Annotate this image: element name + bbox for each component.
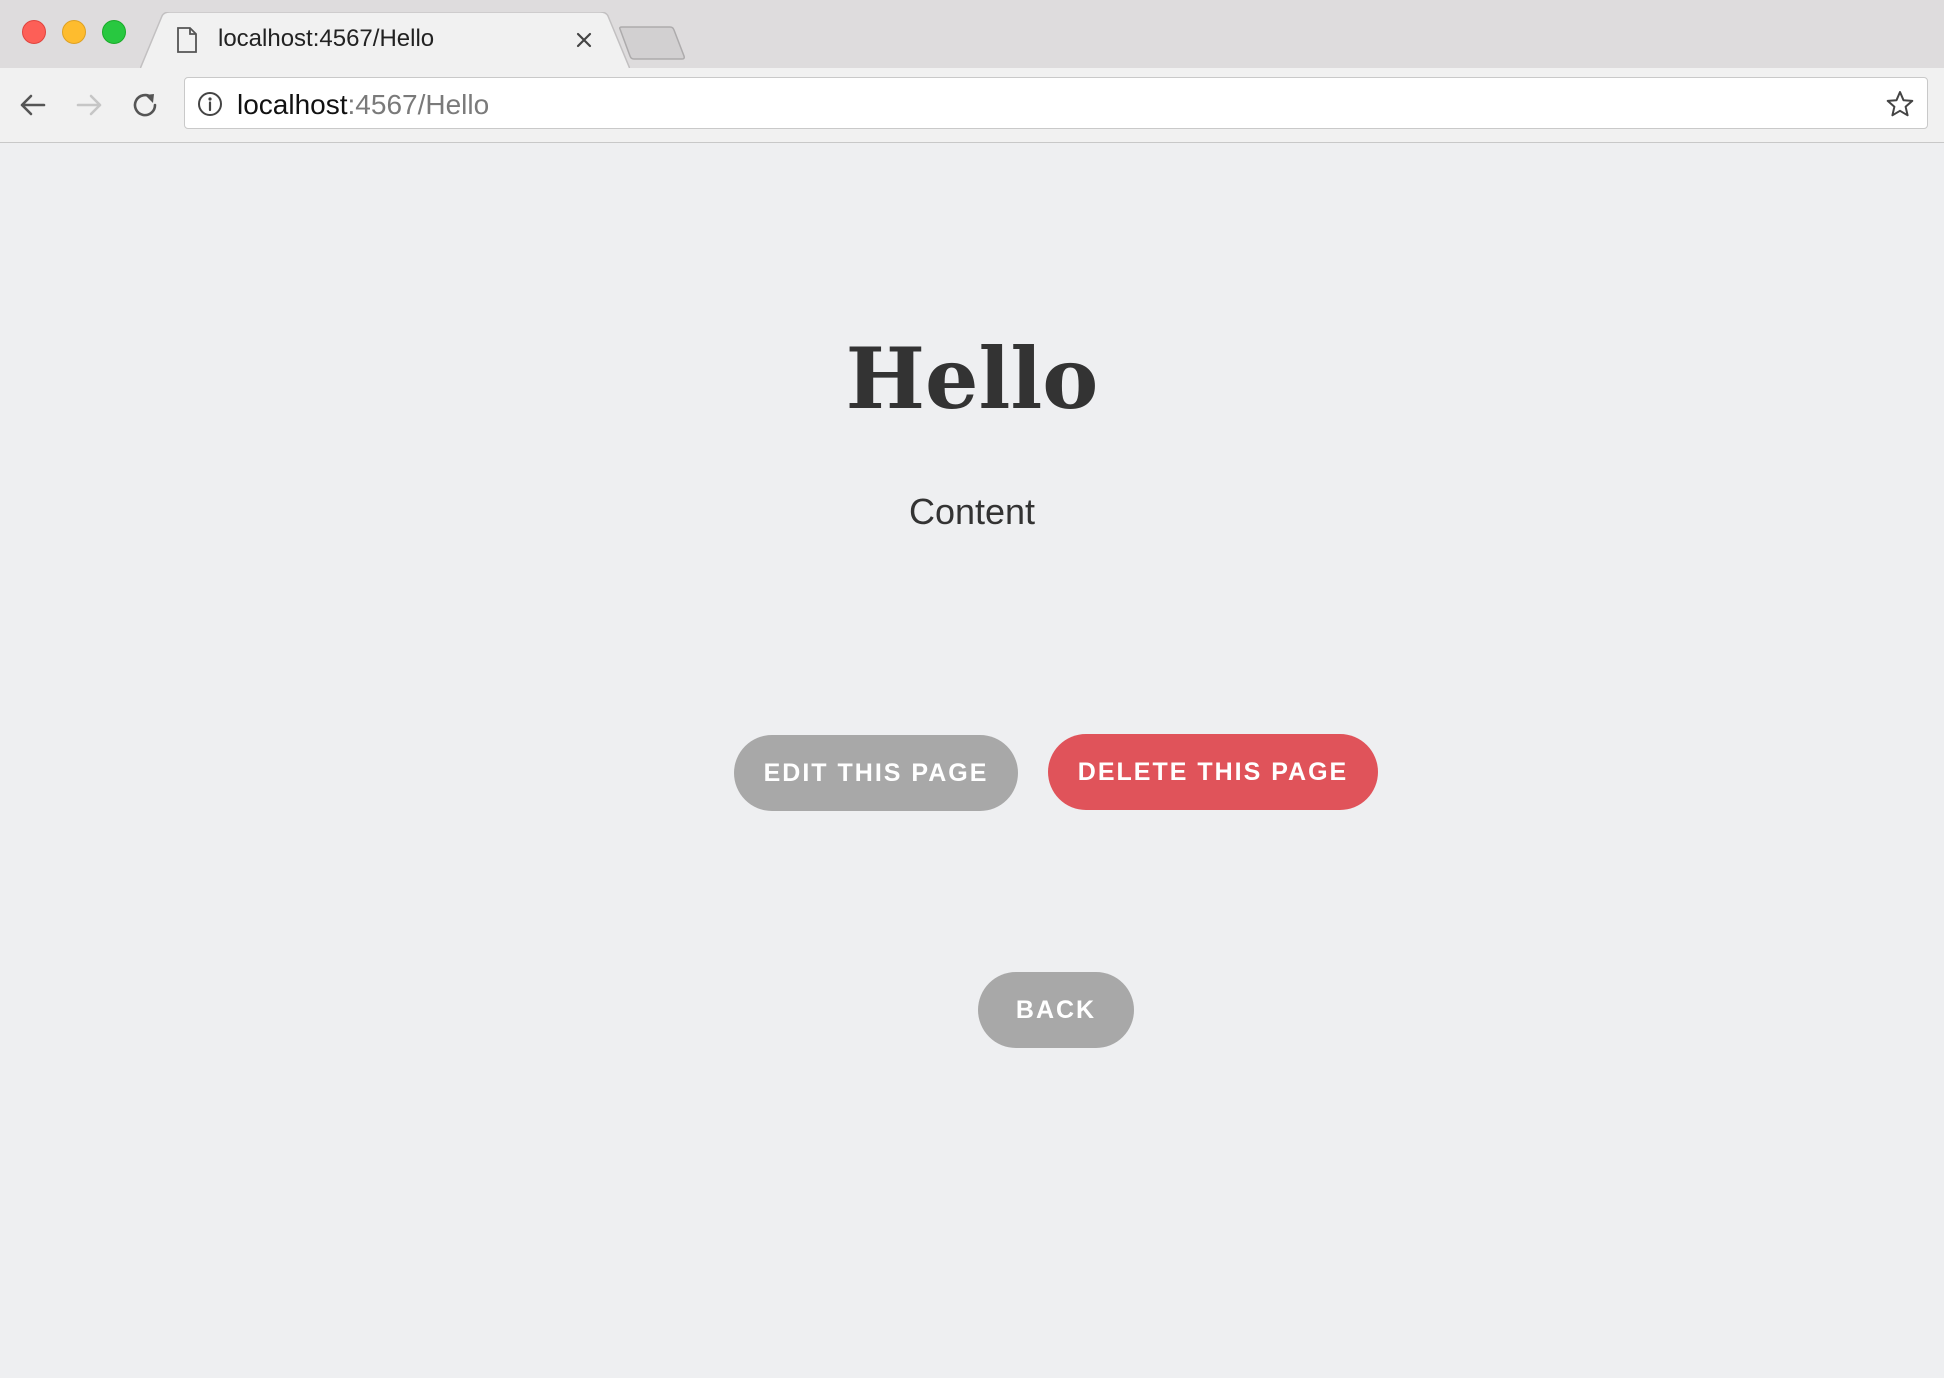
new-tab-button[interactable] — [618, 26, 688, 60]
window-zoom-icon[interactable] — [102, 20, 126, 44]
page-title: Hello — [845, 329, 1099, 428]
forward-arrow-icon[interactable] — [72, 88, 106, 122]
browser-titlebar: localhost:4567/Hello — [0, 0, 1944, 69]
url-host: localhost — [237, 89, 348, 120]
back-arrow-icon[interactable] — [16, 88, 50, 122]
address-bar[interactable]: localhost:4567/Hello — [184, 77, 1928, 129]
edit-page-button[interactable]: EDIT THIS PAGE — [734, 735, 1018, 811]
star-icon[interactable] — [1885, 89, 1915, 119]
tab-close-icon[interactable] — [572, 28, 596, 52]
reload-icon[interactable] — [128, 88, 162, 122]
browser-toolbar: localhost:4567/Hello — [0, 68, 1944, 143]
document-icon — [177, 27, 197, 53]
info-icon[interactable] — [197, 91, 223, 117]
page-content: Content — [908, 491, 1036, 532]
url-path: :4567/Hello — [347, 89, 490, 120]
browser-tab[interactable]: localhost:4567/Hello — [140, 12, 630, 69]
delete-page-button[interactable]: DELETE THIS PAGE — [1048, 734, 1378, 810]
back-button[interactable]: BACK — [978, 972, 1134, 1048]
window-minimize-icon[interactable] — [62, 20, 86, 44]
tab-title: localhost:4567/Hello — [218, 25, 435, 52]
window-close-icon[interactable] — [22, 20, 46, 44]
page-body: Hello Content EDIT THIS PAGE DELETE THIS… — [0, 143, 1944, 1378]
url-text[interactable]: localhost:4567/Hello — [237, 89, 489, 121]
